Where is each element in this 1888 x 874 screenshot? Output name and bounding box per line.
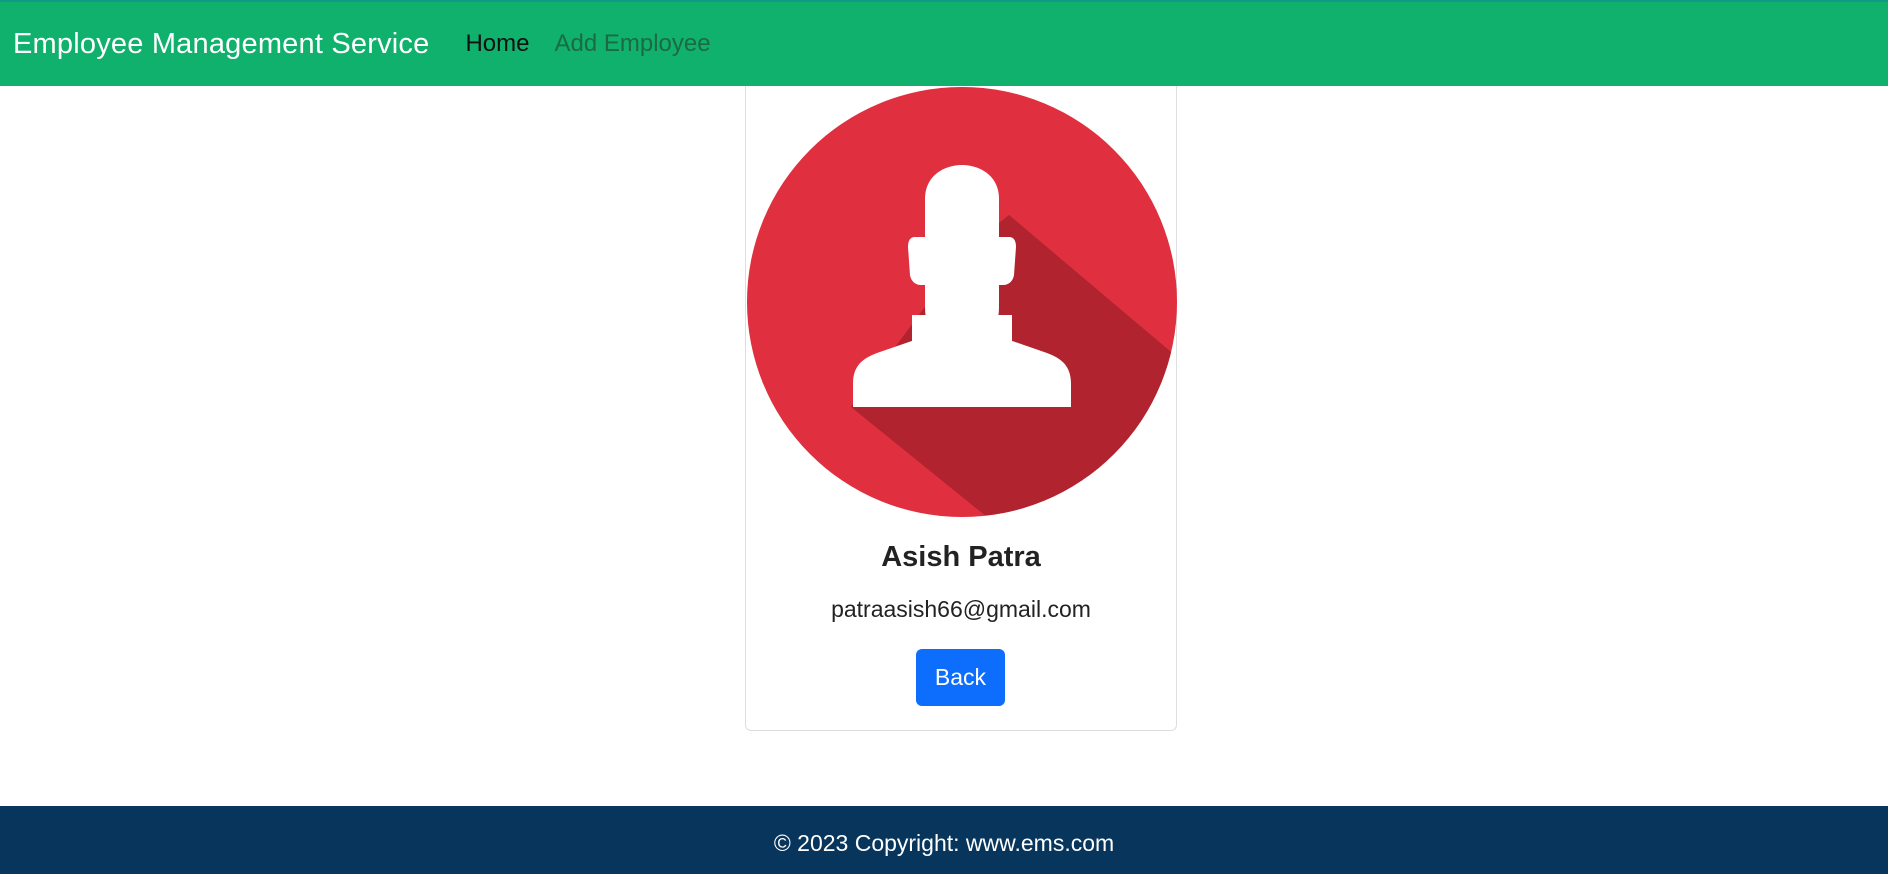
footer: © 2023 Copyright: www.ems.com <box>0 806 1888 874</box>
footer-copyright: © 2023 Copyright: www.ems.com <box>773 829 1115 856</box>
navbar: Employee Management Service Home Add Emp… <box>0 0 1888 86</box>
employee-name: Asish Patra <box>881 541 1041 573</box>
brand-link[interactable]: Employee Management Service <box>13 28 429 61</box>
nav-link-home[interactable]: Home <box>465 30 529 58</box>
employee-email: patraasish66@gmail.com <box>831 596 1091 622</box>
back-button[interactable]: Back <box>916 649 1005 706</box>
nav-links: Home Add Employee <box>465 30 735 58</box>
user-avatar-icon <box>747 87 1177 517</box>
employee-card <box>745 86 1177 731</box>
page: Employee Management Service Home Add Emp… <box>0 0 1888 874</box>
nav-link-add-employee[interactable]: Add Employee <box>554 30 710 58</box>
